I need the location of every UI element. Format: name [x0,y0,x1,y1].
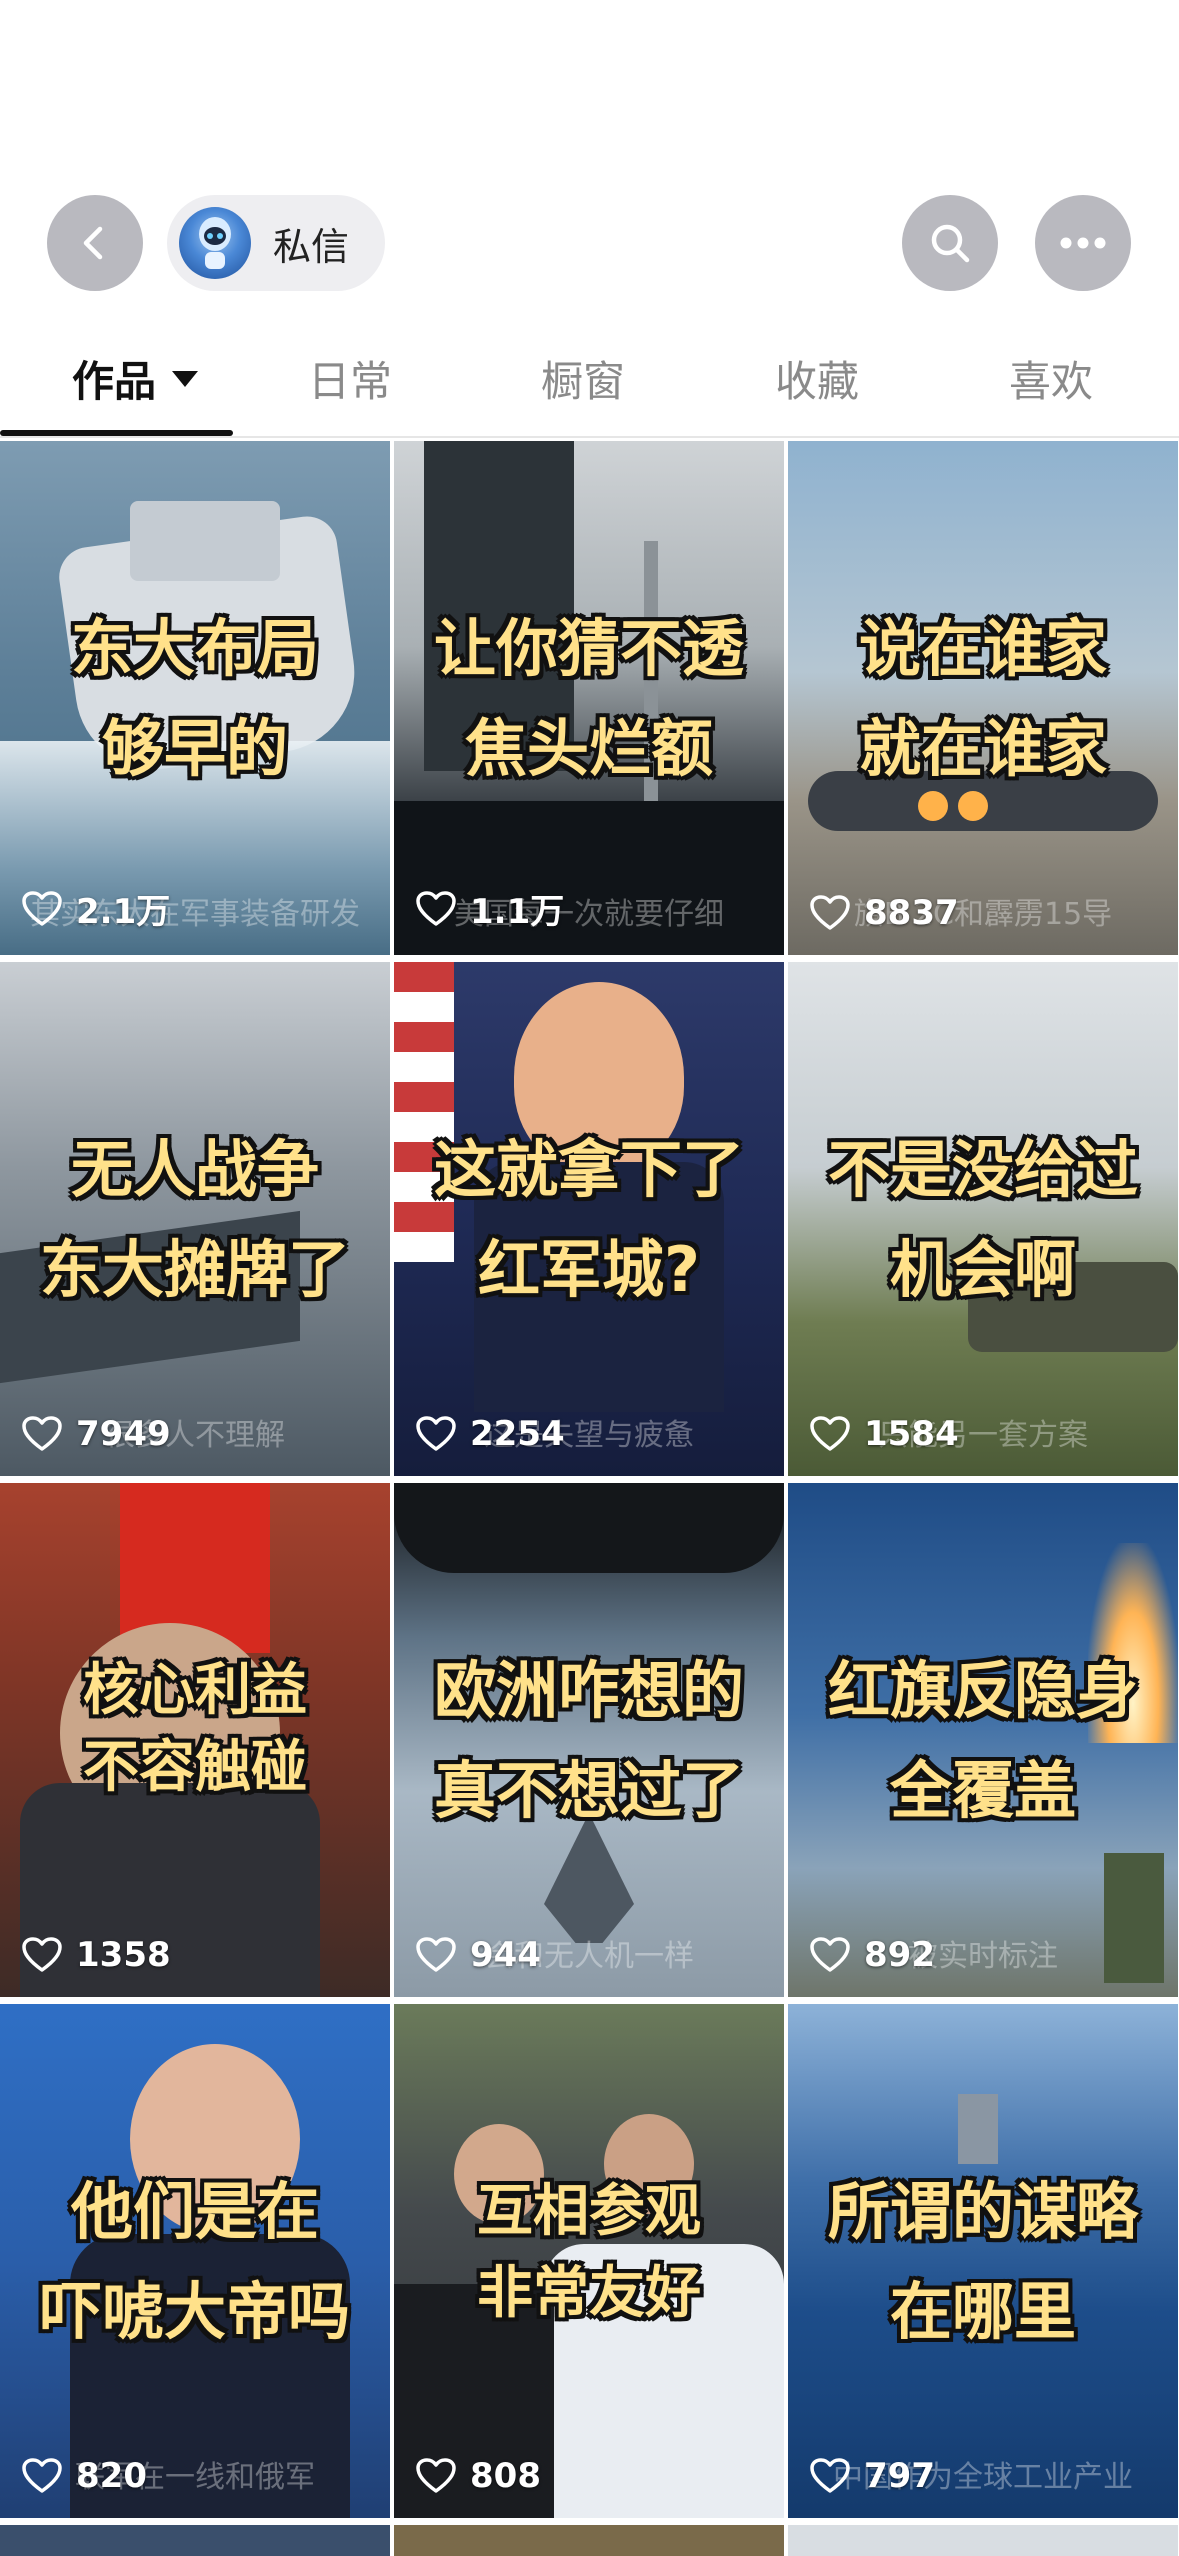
avatar [179,207,251,279]
video-caption: 真不想过了 [433,1754,744,1827]
tab-favorites[interactable]: 收藏 [775,348,859,409]
video-caption: 不是没给过 [827,1133,1138,1206]
tab-likes[interactable]: 喜欢 [1009,348,1093,409]
video-caption: 他们是在 [70,2175,319,2248]
video-caption: 机会啊 [889,1233,1076,1306]
video-tile[interactable]: 红旗反隐身 全覆盖 被实时标注 892 [788,1483,1178,1997]
video-tile[interactable]: 东大布局 够早的 其实东大在军事装备研发 2.1万 [0,441,390,955]
tab-daily[interactable]: 日常 [308,348,392,409]
heart-outline-icon [22,1416,62,1451]
heart-outline-icon [416,2458,456,2493]
profile-header: 私信 [0,0,1179,320]
like-count-value: 1.1万 [470,892,565,932]
tab-works[interactable]: 作品 [72,348,199,409]
video-caption: 说在谁家 [858,612,1107,685]
video-tile[interactable]: 不是没给过 机会啊 只能另一套方案 1584 [788,962,1178,1476]
video-caption: 欧洲咋想的 [433,1654,744,1727]
video-tile[interactable]: 欧洲咋想的 真不想过了 会和无人机一样 944 [394,1483,784,1997]
heart-outline-icon [810,895,850,930]
video-caption: 无人战争 [70,1133,319,1206]
video-caption: 让你猜不透 [433,612,744,685]
heart-outline-icon [22,2458,62,2493]
back-button[interactable] [47,195,143,291]
video-tile[interactable]: 核心利益 不容触碰 1358 [0,1483,390,1997]
like-count-value: 944 [470,1935,541,1975]
search-icon [931,224,970,263]
like-count: 2254 [416,1414,565,1454]
video-caption: 吓唬大帝吗 [39,2275,350,2348]
chevron-left-icon [83,226,103,260]
video-caption: 东大摊牌了 [39,1233,350,1306]
like-count-value: 808 [470,2456,541,2496]
like-count: 808 [416,2456,541,2496]
heart-outline-icon [810,1937,850,1972]
tab-label: 作品 [72,357,157,406]
video-tile[interactable]: 互相参观 非常友好 808 [394,2004,784,2518]
like-count: 2.1万 [22,884,170,933]
tab-label: 橱窗 [541,357,626,406]
active-tab-indicator [0,430,233,436]
tab-label: 日常 [308,357,393,406]
like-count: 797 [810,2456,935,2496]
like-count: 1584 [810,1414,959,1454]
like-count-value: 820 [76,2456,147,2496]
profile-tabs: 作品 日常 橱窗 收藏 喜欢 [0,330,1179,438]
video-tile[interactable] [788,2525,1178,2556]
like-count-value: 2.1万 [76,892,171,932]
tab-showcase[interactable]: 橱窗 [541,348,625,409]
heart-outline-icon [810,2458,850,2493]
video-caption: 焦头烂额 [464,712,713,785]
video-caption: 不容触碰 [83,1735,307,1800]
video-tile[interactable]: 他们是在 吓唬大帝吗 联军在一线和俄军 820 [0,2004,390,2518]
like-count-value: 8837 [864,893,959,933]
like-count: 892 [810,1935,935,1975]
more-button[interactable] [1035,195,1131,291]
video-tile[interactable]: 让你猜不透 焦头烂额 美国每一次就要仔细 1.1万 [394,441,784,955]
video-tile[interactable]: 说在谁家 就在谁家 旗B 2C和霹雳15导 8837 [788,441,1178,955]
tab-label: 收藏 [775,357,860,406]
video-tile[interactable]: 这就拿下了 红军城? 这是失望与疲惫 2254 [394,962,784,1476]
like-count: 820 [22,2456,147,2496]
like-count-value: 797 [864,2456,935,2496]
video-caption: 红旗反隐身 [827,1654,1138,1727]
more-horizontal-icon [1060,237,1106,249]
like-count-value: 1584 [864,1414,959,1454]
caret-down-icon [172,370,199,387]
direct-message-label: 私信 [273,224,350,269]
like-count-value: 2254 [470,1414,565,1454]
video-tile[interactable]: 所谓的谋略 在哪里 中国作为全球工业产业 797 [788,2004,1178,2518]
video-caption: 就在谁家 [858,712,1107,785]
video-caption: 东大布局 [70,612,319,685]
video-caption: 够早的 [101,712,288,785]
video-tile[interactable] [0,2525,390,2556]
video-tile[interactable] [394,2525,784,2556]
like-count: 7949 [22,1414,171,1454]
tab-label: 喜欢 [1009,357,1094,406]
video-caption: 红军城? [478,1233,700,1306]
like-count: 1.1万 [416,884,564,933]
heart-outline-icon [416,1416,456,1451]
like-count: 8837 [810,893,959,933]
heart-outline-icon [22,890,62,926]
video-caption: 全覆盖 [889,1754,1076,1827]
like-count-value: 892 [864,1935,935,1975]
video-caption: 在哪里 [889,2275,1076,2348]
heart-outline-icon [810,1416,850,1451]
like-count-value: 1358 [76,1935,171,1975]
like-count: 1358 [22,1935,171,1975]
search-button[interactable] [902,195,998,291]
video-caption: 非常友好 [477,2261,701,2326]
heart-outline-icon [416,1937,456,1972]
video-caption: 这就拿下了 [433,1133,744,1206]
video-caption: 所谓的谋略 [827,2175,1138,2248]
heart-outline-icon [22,1937,62,1972]
like-count: 944 [416,1935,541,1975]
like-count-value: 7949 [76,1414,171,1454]
heart-outline-icon [416,890,456,926]
video-tile[interactable]: 无人战争 东大摊牌了 很多人不理解 7949 [0,962,390,1476]
direct-message-button[interactable]: 私信 [167,195,385,291]
